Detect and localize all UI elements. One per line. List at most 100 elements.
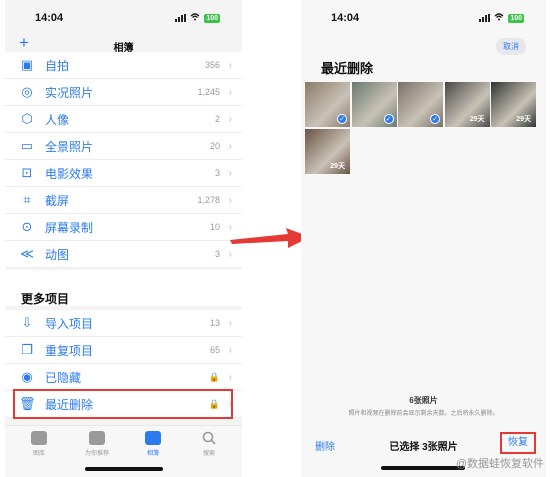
chevron-right-icon: ›: [228, 86, 232, 98]
days-remaining: 29天: [469, 116, 485, 123]
chevron-right-icon: ›: [228, 344, 232, 356]
photo-count: 6张照片: [409, 396, 438, 405]
media-types-list: ▣ 自拍 356 › ◎ 实况照片 1,245 › ⬡ 人像 2 › ▭ 全景照片 20 › ⊡ 电影效果 3 › ⌗ 截…: [5, 52, 242, 268]
album-count: 1,245: [197, 87, 220, 97]
photo-thumbnail[interactable]: ✓: [305, 82, 350, 127]
album-count: 1,278: [197, 195, 220, 205]
tab-2[interactable]: 相簿: [133, 431, 173, 457]
album-count: 10: [209, 222, 220, 232]
chevron-right-icon: ›: [228, 371, 232, 383]
watermark: @数据蛙恢复软件: [455, 458, 544, 470]
status-time: 14:04: [331, 12, 360, 24]
duplicate-icon: ❐: [21, 342, 33, 357]
album-label: 屏幕录制: [45, 220, 94, 235]
signal-icon: [175, 14, 187, 22]
photo-thumbnail[interactable]: ✓: [398, 82, 443, 127]
tab-1[interactable]: 为你推荐: [77, 431, 117, 457]
albums-icon: [145, 431, 161, 445]
library-icon: [31, 431, 47, 445]
recently-deleted-screen: 14:04 100 取消 最近删除 ✓ ✓ ✓ 29天 29天 29天 6张照片 照片和视…: [301, 0, 546, 477]
import-icon: ⇩: [21, 315, 33, 330]
status-time: 14:04: [35, 12, 64, 24]
album-row-1[interactable]: ◎ 实况照片 1,245 ›: [5, 79, 242, 106]
photo-thumbnail[interactable]: ✓: [351, 82, 397, 127]
tab-0[interactable]: 图库: [19, 431, 59, 457]
panorama-icon: ▭: [20, 138, 34, 153]
album-row-3[interactable]: ▭ 全景照片 20 ›: [5, 133, 242, 160]
chevron-right-icon: ›: [228, 59, 232, 71]
page-title: 最近删除: [321, 61, 374, 76]
screenshot-canvas: 14:04 100 + 相簿 ▣ 自拍 356 › ◎ 实况照片 1,245 › ⬡ 人像 2 › ▭ 全…: [0, 0, 550, 477]
lock-icon: 🔒: [208, 371, 220, 382]
album-count: 3: [214, 249, 220, 259]
tab-label: 图库: [32, 451, 45, 457]
tab-3[interactable]: 搜索: [189, 431, 229, 457]
tab-label: 为你推荐: [84, 451, 109, 457]
album-row-7[interactable]: ≪ 动图 3 ›: [5, 241, 242, 268]
checkmark-icon: ✓: [337, 114, 347, 124]
screenshot-icon: ⌗: [23, 192, 31, 207]
photo-thumbnail[interactable]: 29天: [444, 82, 490, 127]
chevron-right-icon: ›: [228, 140, 232, 152]
home-indicator: [85, 467, 163, 471]
bottom-toolbar: 删除 已选择 3张照片 恢复: [301, 430, 546, 454]
checkmark-icon: ✓: [383, 114, 394, 124]
album-count: 3: [214, 168, 220, 178]
status-bar: 14:04 100: [301, 0, 546, 30]
hidden-eye-icon: ◉: [21, 369, 33, 384]
album-row-5[interactable]: ⌗ 截屏 1,278 ›: [5, 187, 242, 214]
album-count: 20: [209, 141, 220, 151]
days-remaining: 29天: [330, 162, 345, 170]
album-row-1[interactable]: ❐ 重复项目 65 ›: [5, 337, 242, 364]
album-label: 导入项目: [45, 316, 94, 331]
home-indicator: [381, 466, 465, 470]
status-icons: 100: [479, 12, 524, 24]
album-row-2[interactable]: ⬡ 人像 2 ›: [5, 106, 242, 133]
photo-thumbnail[interactable]: 29天: [305, 128, 350, 174]
person-square-icon: ▣: [20, 57, 34, 72]
album-count: 356: [204, 60, 220, 70]
cube-icon: ⬡: [21, 111, 33, 126]
for-you-icon: [89, 431, 105, 445]
wifi-icon: [494, 12, 504, 24]
wifi-icon: [190, 12, 200, 24]
status-bar: 14:04 100: [5, 0, 242, 30]
album-row-2[interactable]: ◉ 已隐藏 🔒 ›: [5, 364, 242, 391]
album-label: 动图: [45, 247, 70, 262]
chevron-right-icon: ›: [228, 317, 232, 329]
album-row-6[interactable]: ⊙ 屏幕录制 10 ›: [5, 214, 242, 241]
record-icon: ⊙: [21, 219, 33, 234]
album-label: 实况照片: [45, 85, 94, 100]
album-row-0[interactable]: ⇩ 导入项目 13 ›: [5, 310, 242, 337]
checkmark-icon: ✓: [430, 114, 440, 124]
days-remaining: 29天: [516, 116, 531, 123]
photo-thumbnail[interactable]: 29天: [491, 82, 536, 127]
album-label: 自拍: [45, 58, 70, 73]
album-count: 65: [209, 345, 220, 355]
signal-icon: [479, 14, 491, 22]
animated-icon: ≪: [20, 246, 34, 261]
album-count: 13: [209, 318, 220, 328]
album-label: 人像: [45, 112, 70, 127]
album-row-4[interactable]: ⊡ 电影效果 3 ›: [5, 160, 242, 187]
deletion-note: 照片和视频在删除前会显示剩余天数。之后将永久删除。: [348, 411, 499, 417]
battery-icon: 100: [204, 13, 220, 23]
battery-icon: 100: [508, 13, 524, 23]
album-label: 重复项目: [45, 343, 94, 358]
chevron-right-icon: ›: [228, 167, 232, 179]
chevron-right-icon: ›: [228, 248, 232, 260]
recover-button[interactable]: 恢复: [500, 432, 536, 454]
album-label: 截屏: [45, 193, 70, 208]
cancel-button[interactable]: 取消: [496, 38, 526, 55]
album-label: 已隐藏: [45, 370, 82, 385]
tab-label: 相簿: [146, 451, 159, 457]
album-label: 电影效果: [45, 166, 94, 181]
search-icon: [201, 431, 217, 445]
tab-label: 搜索: [202, 451, 215, 457]
album-row-0[interactable]: ▣ 自拍 356 ›: [5, 52, 242, 79]
cinematic-icon: ⊡: [21, 165, 33, 180]
live-photo-icon: ◎: [21, 84, 33, 99]
more-items-section: 更多项目: [5, 270, 242, 306]
recently-deleted-highlight: [13, 389, 233, 419]
chevron-right-icon: ›: [228, 113, 232, 125]
